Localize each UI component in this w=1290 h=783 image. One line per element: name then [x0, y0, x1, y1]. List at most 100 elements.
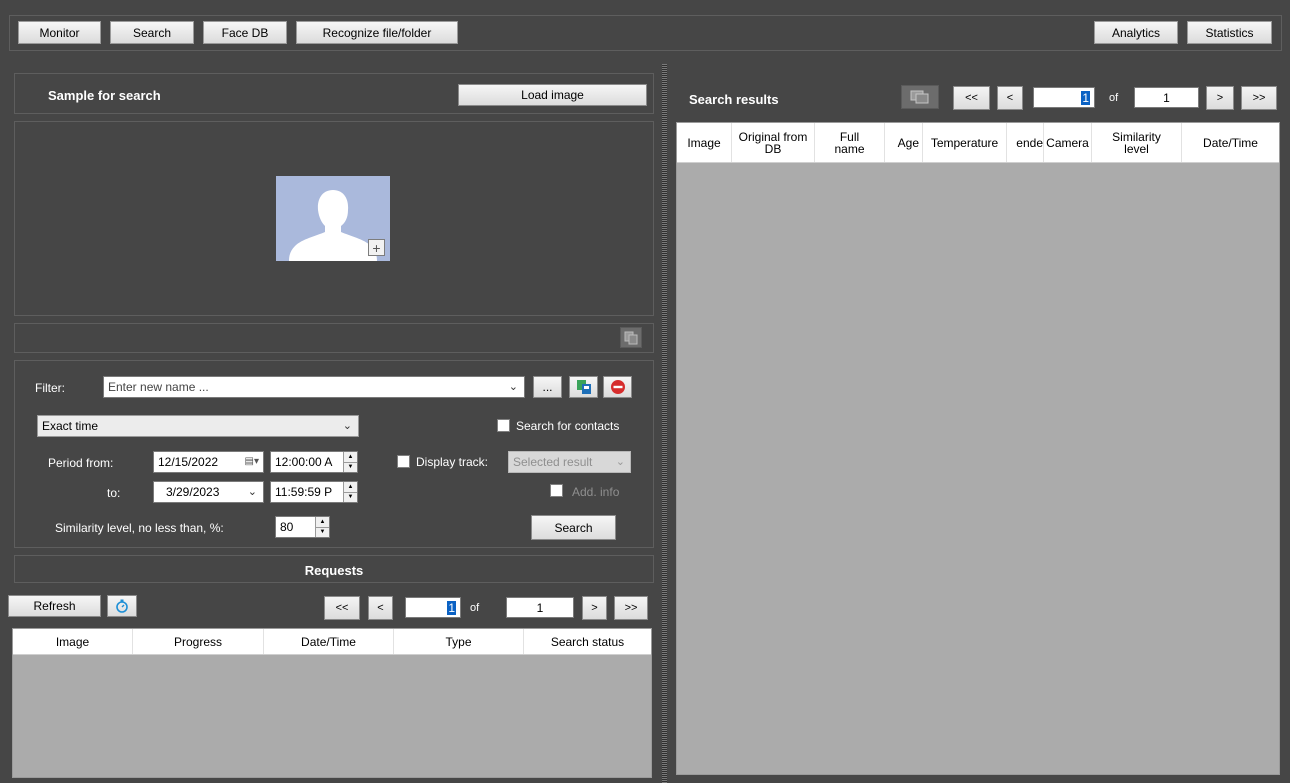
- from-time-input[interactable]: 12:00:00 A ▲ ▼: [270, 451, 358, 473]
- save-filter-icon[interactable]: [569, 376, 598, 398]
- period-to-label: to:: [107, 486, 121, 500]
- copy-image-icon[interactable]: [620, 327, 642, 348]
- spin-down-icon[interactable]: ▼: [344, 461, 357, 473]
- requests-total-pages: 1: [506, 597, 574, 618]
- face-db-button[interactable]: Face DB: [203, 21, 287, 44]
- to-time-spinner[interactable]: ▲ ▼: [343, 482, 357, 502]
- filter-name-placeholder: Enter new name ...: [108, 380, 209, 394]
- results-last-page-button[interactable]: >>: [1241, 86, 1277, 110]
- filter-browse-button[interactable]: ...: [533, 376, 562, 398]
- results-col-image[interactable]: Image: [677, 123, 732, 162]
- add-info-checkbox[interactable]: [550, 484, 563, 497]
- results-page-input[interactable]: 1: [1033, 87, 1095, 108]
- display-track-checkbox[interactable]: [397, 455, 410, 468]
- results-grid: Image Original from DB Full name Age Tem…: [676, 122, 1280, 775]
- results-grid-body: [677, 163, 1279, 774]
- filter-label: Filter:: [35, 381, 65, 395]
- requests-prev-page-button[interactable]: <: [368, 596, 393, 620]
- requests-grid-body: [13, 655, 651, 777]
- requests-page-value: 1: [447, 600, 456, 615]
- similarity-spinner[interactable]: ▲ ▼: [315, 517, 329, 537]
- results-col-gender[interactable]: ende: [1007, 123, 1044, 162]
- search-results-title: Search results: [689, 92, 779, 107]
- results-col-original[interactable]: Original from DB: [732, 123, 815, 162]
- load-image-button[interactable]: Load image: [458, 84, 647, 106]
- results-col-temperature[interactable]: Temperature: [923, 123, 1007, 162]
- requests-col-search-status[interactable]: Search status: [524, 629, 651, 654]
- results-grid-header: Image Original from DB Full name Age Tem…: [677, 123, 1279, 163]
- search-button[interactable]: Search: [531, 515, 616, 540]
- to-date-value: 3/29/2023: [166, 485, 220, 499]
- chevron-down-icon[interactable]: ⌄: [509, 380, 518, 393]
- spin-up-icon[interactable]: ▲: [344, 482, 357, 492]
- from-time-value: 12:00:00 A: [275, 455, 333, 469]
- spin-down-icon[interactable]: ▼: [344, 491, 357, 503]
- from-date-picker[interactable]: 12/15/2022 ▤▾: [153, 451, 264, 473]
- monitor-button[interactable]: Monitor: [18, 21, 101, 44]
- top-nav-bar: [9, 15, 1282, 51]
- requests-grid-header: Image Progress Date/Time Type Search sta…: [13, 629, 651, 655]
- export-results-icon[interactable]: [901, 85, 939, 109]
- sample-image-placeholder[interactable]: +: [276, 176, 390, 261]
- search-nav-button[interactable]: Search: [110, 21, 194, 44]
- from-time-spinner[interactable]: ▲ ▼: [343, 452, 357, 472]
- calendar-icon[interactable]: ▤▾: [245, 456, 259, 467]
- similarity-label: Similarity level, no less than, %:: [55, 521, 224, 535]
- similarity-value: 80: [280, 520, 294, 534]
- requests-page-input[interactable]: 1: [405, 597, 461, 618]
- requests-next-page-button[interactable]: >: [582, 596, 607, 620]
- analytics-button[interactable]: Analytics: [1094, 21, 1178, 44]
- time-mode-select[interactable]: Exact time ⌄: [37, 415, 359, 437]
- panel-splitter[interactable]: [662, 64, 667, 783]
- search-contacts-label: Search for contacts: [516, 419, 620, 433]
- add-info-label: Add. info: [572, 485, 620, 499]
- requests-col-type[interactable]: Type: [394, 629, 524, 654]
- sample-toolbar-strip: [14, 323, 654, 353]
- requests-last-page-button[interactable]: >>: [614, 596, 648, 620]
- app-window: Monitor Search Face DB Recognize file/fo…: [0, 0, 1290, 783]
- period-from-label: Period from:: [48, 456, 114, 470]
- results-next-page-button[interactable]: >: [1206, 86, 1234, 110]
- requests-col-datetime[interactable]: Date/Time: [264, 629, 394, 654]
- results-of-label: of: [1109, 92, 1119, 104]
- statistics-button[interactable]: Statistics: [1187, 21, 1272, 44]
- search-contacts-checkbox[interactable]: [497, 419, 510, 432]
- filter-name-input[interactable]: Enter new name ... ⌄: [103, 376, 525, 398]
- remove-filter-icon[interactable]: [603, 376, 632, 398]
- refresh-button[interactable]: Refresh: [8, 595, 101, 617]
- time-mode-value: Exact time: [42, 419, 99, 433]
- to-date-picker[interactable]: 3/29/2023 ⌄: [153, 481, 264, 503]
- sample-for-search-title: Sample for search: [48, 88, 161, 103]
- timer-icon[interactable]: [107, 595, 137, 617]
- results-col-age[interactable]: Age: [885, 123, 923, 162]
- track-select-value: Selected result: [513, 455, 593, 469]
- requests-col-progress[interactable]: Progress: [133, 629, 264, 654]
- requests-first-page-button[interactable]: <<: [324, 596, 360, 620]
- spin-down-icon[interactable]: ▼: [316, 526, 329, 538]
- results-col-datetime[interactable]: Date/Time: [1182, 123, 1279, 162]
- requests-grid: Image Progress Date/Time Type Search sta…: [12, 628, 652, 778]
- results-col-full-name[interactable]: Full name: [815, 123, 885, 162]
- add-image-icon[interactable]: +: [368, 239, 385, 256]
- similarity-input[interactable]: 80 ▲ ▼: [275, 516, 330, 538]
- results-col-camera[interactable]: Camera: [1044, 123, 1092, 162]
- to-time-input[interactable]: 11:59:59 P ▲ ▼: [270, 481, 358, 503]
- chevron-down-icon: ⌄: [615, 456, 625, 468]
- requests-title: Requests: [304, 563, 364, 578]
- spin-up-icon[interactable]: ▲: [316, 517, 329, 527]
- from-date-value: 12/15/2022: [158, 455, 219, 469]
- spin-up-icon[interactable]: ▲: [344, 452, 357, 462]
- results-col-similarity[interactable]: Similarity level: [1092, 123, 1182, 162]
- to-time-value: 11:59:59 P: [275, 485, 333, 499]
- results-prev-page-button[interactable]: <: [997, 86, 1023, 110]
- results-page-value: 1: [1081, 90, 1090, 105]
- requests-of-label: of: [470, 602, 480, 614]
- chevron-down-icon: ⌄: [342, 420, 352, 432]
- chevron-down-icon[interactable]: ⌄: [248, 485, 257, 498]
- requests-col-image[interactable]: Image: [13, 629, 133, 654]
- results-total-pages: 1: [1134, 87, 1199, 108]
- track-select[interactable]: Selected result ⌄: [508, 451, 631, 473]
- recognize-file-folder-button[interactable]: Recognize file/folder: [296, 21, 458, 44]
- display-track-label: Display track:: [416, 455, 489, 469]
- results-first-page-button[interactable]: <<: [953, 86, 990, 110]
